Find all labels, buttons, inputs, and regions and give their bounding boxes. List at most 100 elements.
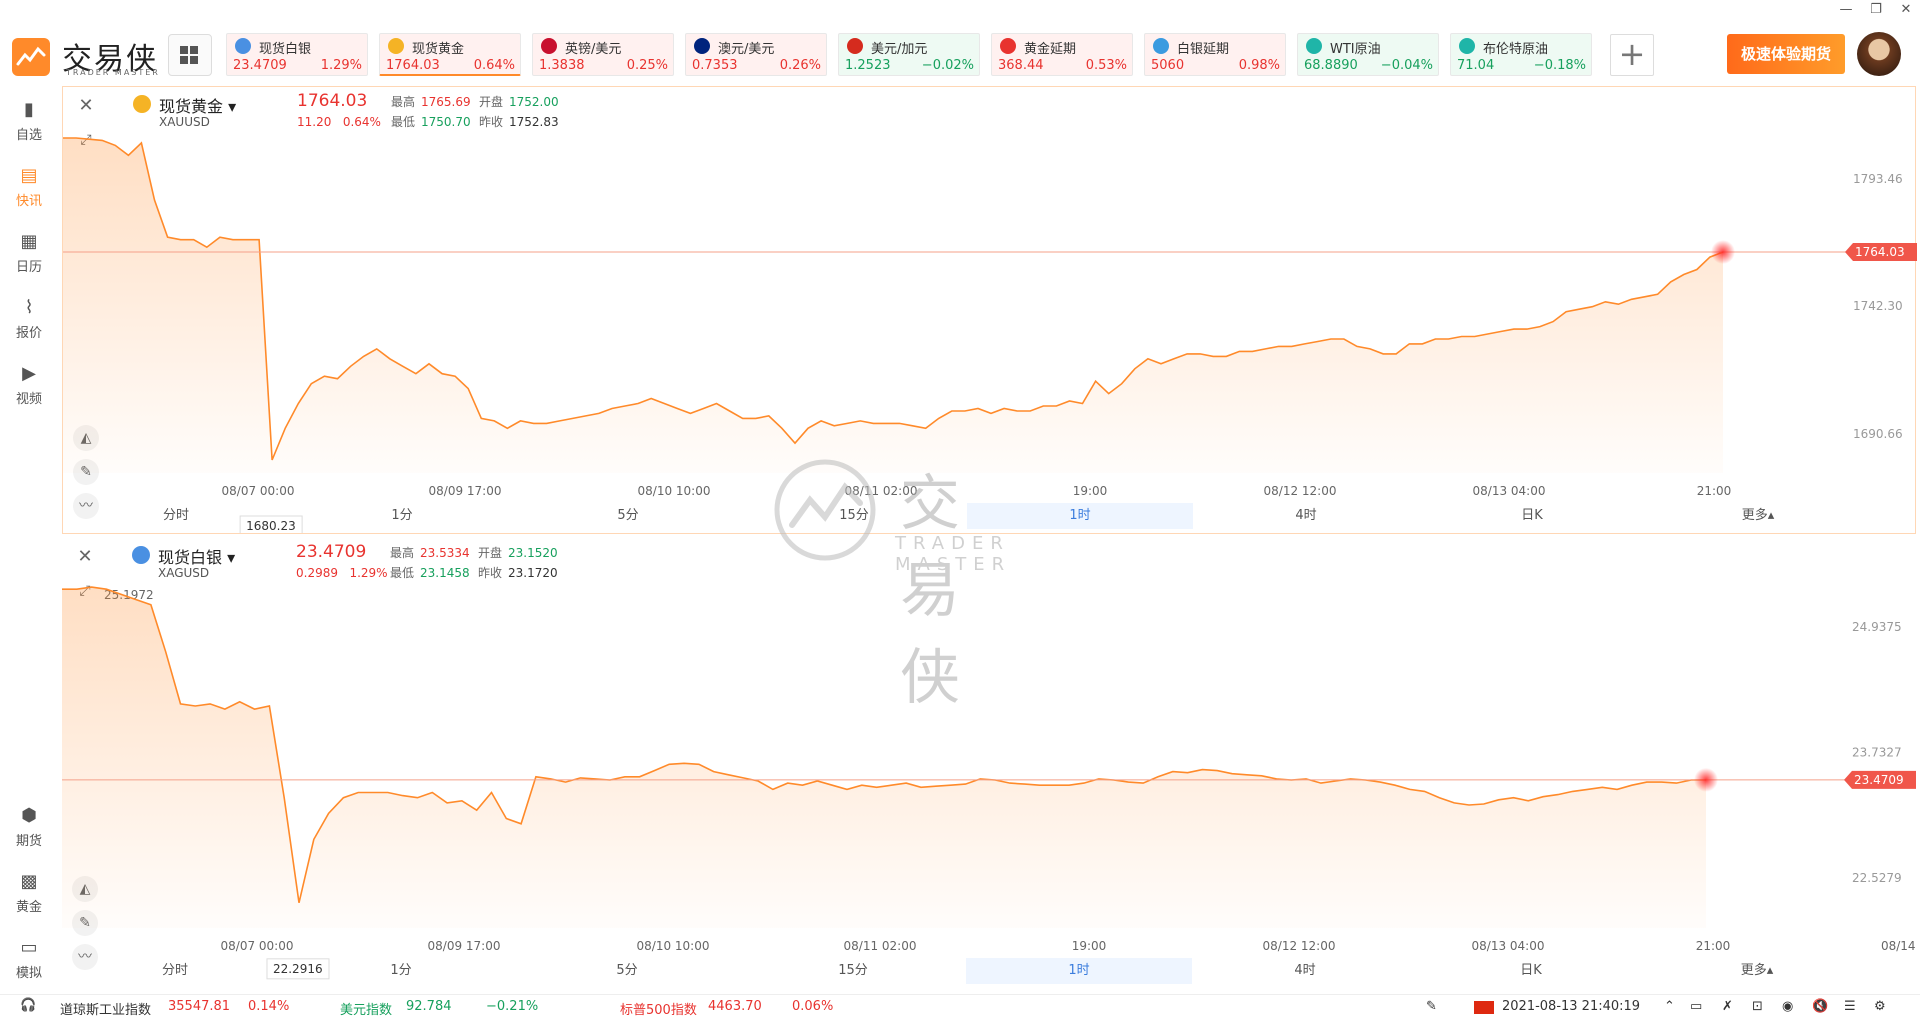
ticker-symbol-icon bbox=[1306, 38, 1322, 54]
watermark-logo-icon bbox=[774, 459, 876, 561]
sidebar-item-label: 自选 bbox=[15, 128, 42, 143]
y-tick-label: 1793.46 bbox=[1853, 172, 1903, 186]
ticker-price: 1764.03 bbox=[386, 58, 440, 73]
ticker-price: 68.8890 bbox=[1304, 58, 1358, 73]
x-tick-label: 19:00 bbox=[1073, 484, 1108, 498]
add-ticker-button[interactable]: + bbox=[1610, 34, 1654, 76]
futures-icon: ⬢ bbox=[21, 805, 37, 826]
sidebar-item[interactable]: ▶ 视频 bbox=[0, 356, 58, 412]
ticker-name: 澳元/美元 bbox=[718, 42, 775, 57]
wallet-icon: ▭ bbox=[20, 937, 38, 958]
ticker-card[interactable]: 黄金延期 368.44 0.53% bbox=[991, 33, 1133, 76]
ticker-card[interactable]: WTI原油 68.8890 −0.04% bbox=[1297, 33, 1439, 76]
sidebar-item[interactable]: ⌇ 报价 bbox=[0, 290, 58, 346]
grid-layout-button[interactable] bbox=[168, 34, 212, 76]
window-icon[interactable]: ▭ bbox=[1690, 999, 1702, 1014]
ticker-name: 美元/加元 bbox=[871, 42, 928, 57]
sidebar-item[interactable]: ▭ 模拟 bbox=[0, 930, 58, 986]
x-tick-label: 08/13 04:00 bbox=[1473, 484, 1546, 498]
news-icon: ▤ bbox=[20, 165, 38, 186]
camera-icon[interactable]: ◉ bbox=[1782, 999, 1793, 1014]
watermark: 交易侠 TRADER MASTER bbox=[770, 455, 1004, 713]
screenshot-icon[interactable]: ⊡ bbox=[1752, 999, 1763, 1014]
ticker-name: 现货白银 bbox=[259, 42, 312, 57]
ticker-pct: −0.04% bbox=[1380, 58, 1433, 73]
gear-icon[interactable]: ⚙ bbox=[1874, 999, 1886, 1014]
ticker-price: 1.3838 bbox=[539, 58, 585, 73]
sidebar-item[interactable]: ▮ 自选 bbox=[0, 92, 58, 148]
ticker-pct: 0.64% bbox=[473, 58, 515, 73]
ticker-symbol-icon bbox=[541, 38, 557, 54]
close-window-button[interactable]: ✕ bbox=[1892, 2, 1920, 24]
min-value-label: 1680.23 bbox=[239, 515, 303, 533]
price-area bbox=[62, 587, 1706, 928]
status-dxy-name[interactable]: 美元指数 bbox=[340, 999, 392, 1018]
promo-banner[interactable]: 极速体验期货 bbox=[1727, 34, 1845, 74]
ticker-pct: 0.26% bbox=[779, 58, 821, 73]
ticker-pct: 1.29% bbox=[320, 58, 362, 73]
ticker-pct: 0.25% bbox=[626, 58, 668, 73]
ticker-name: 布伦特原油 bbox=[1483, 42, 1549, 57]
grid-icon bbox=[180, 46, 198, 64]
mute-icon[interactable]: 🔇 bbox=[1812, 999, 1828, 1014]
svg-text:1764.03: 1764.03 bbox=[1855, 245, 1905, 259]
y-tick-label: 23.7327 bbox=[1852, 746, 1902, 760]
x-tick-label: 08/12 12:00 bbox=[1263, 939, 1336, 953]
status-spx-pct: 0.06% bbox=[792, 999, 834, 1014]
status-dxy-pct: −0.21% bbox=[486, 999, 539, 1014]
ticker-name: 黄金延期 bbox=[1024, 42, 1077, 57]
list-icon[interactable]: ☰ bbox=[1844, 999, 1856, 1014]
ticker-card[interactable]: 英镑/美元 1.3838 0.25% bbox=[532, 33, 674, 76]
svg-text:1680.23: 1680.23 bbox=[246, 519, 296, 533]
ticker-card[interactable]: 布伦特原油 71.04 −0.18% bbox=[1450, 33, 1592, 76]
sidebar-item[interactable]: ▩ 黄金 bbox=[0, 864, 58, 920]
settings-tools-icon[interactable]: ✗ bbox=[1722, 999, 1733, 1014]
app-logo-icon bbox=[12, 38, 50, 76]
chevron-up-icon[interactable]: ⌃ bbox=[1664, 999, 1675, 1014]
watermark-title: 交易侠 bbox=[900, 469, 966, 713]
price-chart[interactable]: 24.9375 23.7327 22.5279 23.4709 22.2916 08/07… bbox=[62, 538, 1916, 988]
ticker-price: 368.44 bbox=[998, 58, 1044, 73]
ticker-card[interactable]: 美元/加元 1.2523 −0.02% bbox=[838, 33, 980, 76]
maximize-button[interactable]: ❐ bbox=[1862, 2, 1890, 24]
sidebar-item[interactable]: ⬢ 期货 bbox=[0, 798, 58, 854]
ticker-symbol-icon bbox=[1153, 38, 1169, 54]
last-price-tag: 23.4709 bbox=[1844, 770, 1916, 789]
ticker-card[interactable]: 澳元/美元 0.7353 0.26% bbox=[685, 33, 827, 76]
ticker-symbol-icon bbox=[235, 38, 251, 54]
x-tick-label: 08/09 17:00 bbox=[429, 484, 502, 498]
ticker-price: 0.7353 bbox=[692, 58, 738, 73]
ticker-card[interactable]: 白银延期 5060 0.98% bbox=[1144, 33, 1286, 76]
clock: 2021-08-13 21:40:19 bbox=[1502, 999, 1641, 1014]
top-bar: — ❐ ✕ 交易侠 TRADER MASTER 现货白银 23.4709 1.29%… bbox=[0, 0, 1920, 86]
tools-icon[interactable]: ✎ bbox=[1426, 999, 1437, 1014]
silver-chart-panel: ✕⤢◭✎〰 现货白银 ▾ XAGUSD 23.4709 0.2989 1.29%… bbox=[62, 538, 1916, 988]
minimize-button[interactable]: — bbox=[1832, 2, 1860, 24]
x-tick-label: 08/11 02:00 bbox=[844, 939, 917, 953]
x-tick-label: 08/13 04:00 bbox=[1472, 939, 1545, 953]
y-tick-label: 22.5279 bbox=[1852, 871, 1902, 885]
video-icon: ▶ bbox=[22, 363, 36, 384]
headset-icon[interactable]: 🎧 bbox=[20, 998, 36, 1013]
min-value-label: 22.2916 bbox=[266, 958, 330, 980]
svg-text:22.2916: 22.2916 bbox=[273, 962, 323, 976]
sidebar-item-label: 黄金 bbox=[15, 900, 42, 915]
ticker-name: 现货黄金 bbox=[412, 42, 465, 57]
sidebar-item[interactable]: ▦ 日历 bbox=[0, 224, 58, 280]
status-spx-name[interactable]: 标普500指数 bbox=[620, 999, 697, 1018]
price-chart[interactable]: 1793.46 1742.30 1690.66 1764.03 1680.23 08/07… bbox=[63, 87, 1917, 533]
user-avatar[interactable] bbox=[1857, 32, 1901, 76]
ticker-price: 71.04 bbox=[1457, 58, 1495, 73]
sidebar-item-label: 日历 bbox=[15, 260, 42, 275]
status-dji-value: 35547.81 bbox=[168, 999, 231, 1014]
ticker-pct: −0.02% bbox=[921, 58, 974, 73]
status-dji-name[interactable]: 道琼斯工业指数 bbox=[60, 999, 151, 1018]
gold-chart-panel: ✕⤢◭✎〰 现货黄金 ▾ XAUUSD 1764.03 11.20 0.64% … bbox=[62, 86, 1917, 534]
sidebar-item-label: 快讯 bbox=[15, 194, 42, 209]
app-brand-sub: TRADER MASTER bbox=[66, 68, 160, 77]
status-spx-value: 4463.70 bbox=[708, 999, 762, 1014]
ticker-card[interactable]: 现货白银 23.4709 1.29% bbox=[226, 33, 368, 76]
svg-text:23.4709: 23.4709 bbox=[1854, 773, 1904, 787]
ticker-card[interactable]: 现货黄金 1764.03 0.64% bbox=[379, 33, 521, 76]
sidebar-item[interactable]: ▤ 快讯 bbox=[0, 158, 58, 214]
